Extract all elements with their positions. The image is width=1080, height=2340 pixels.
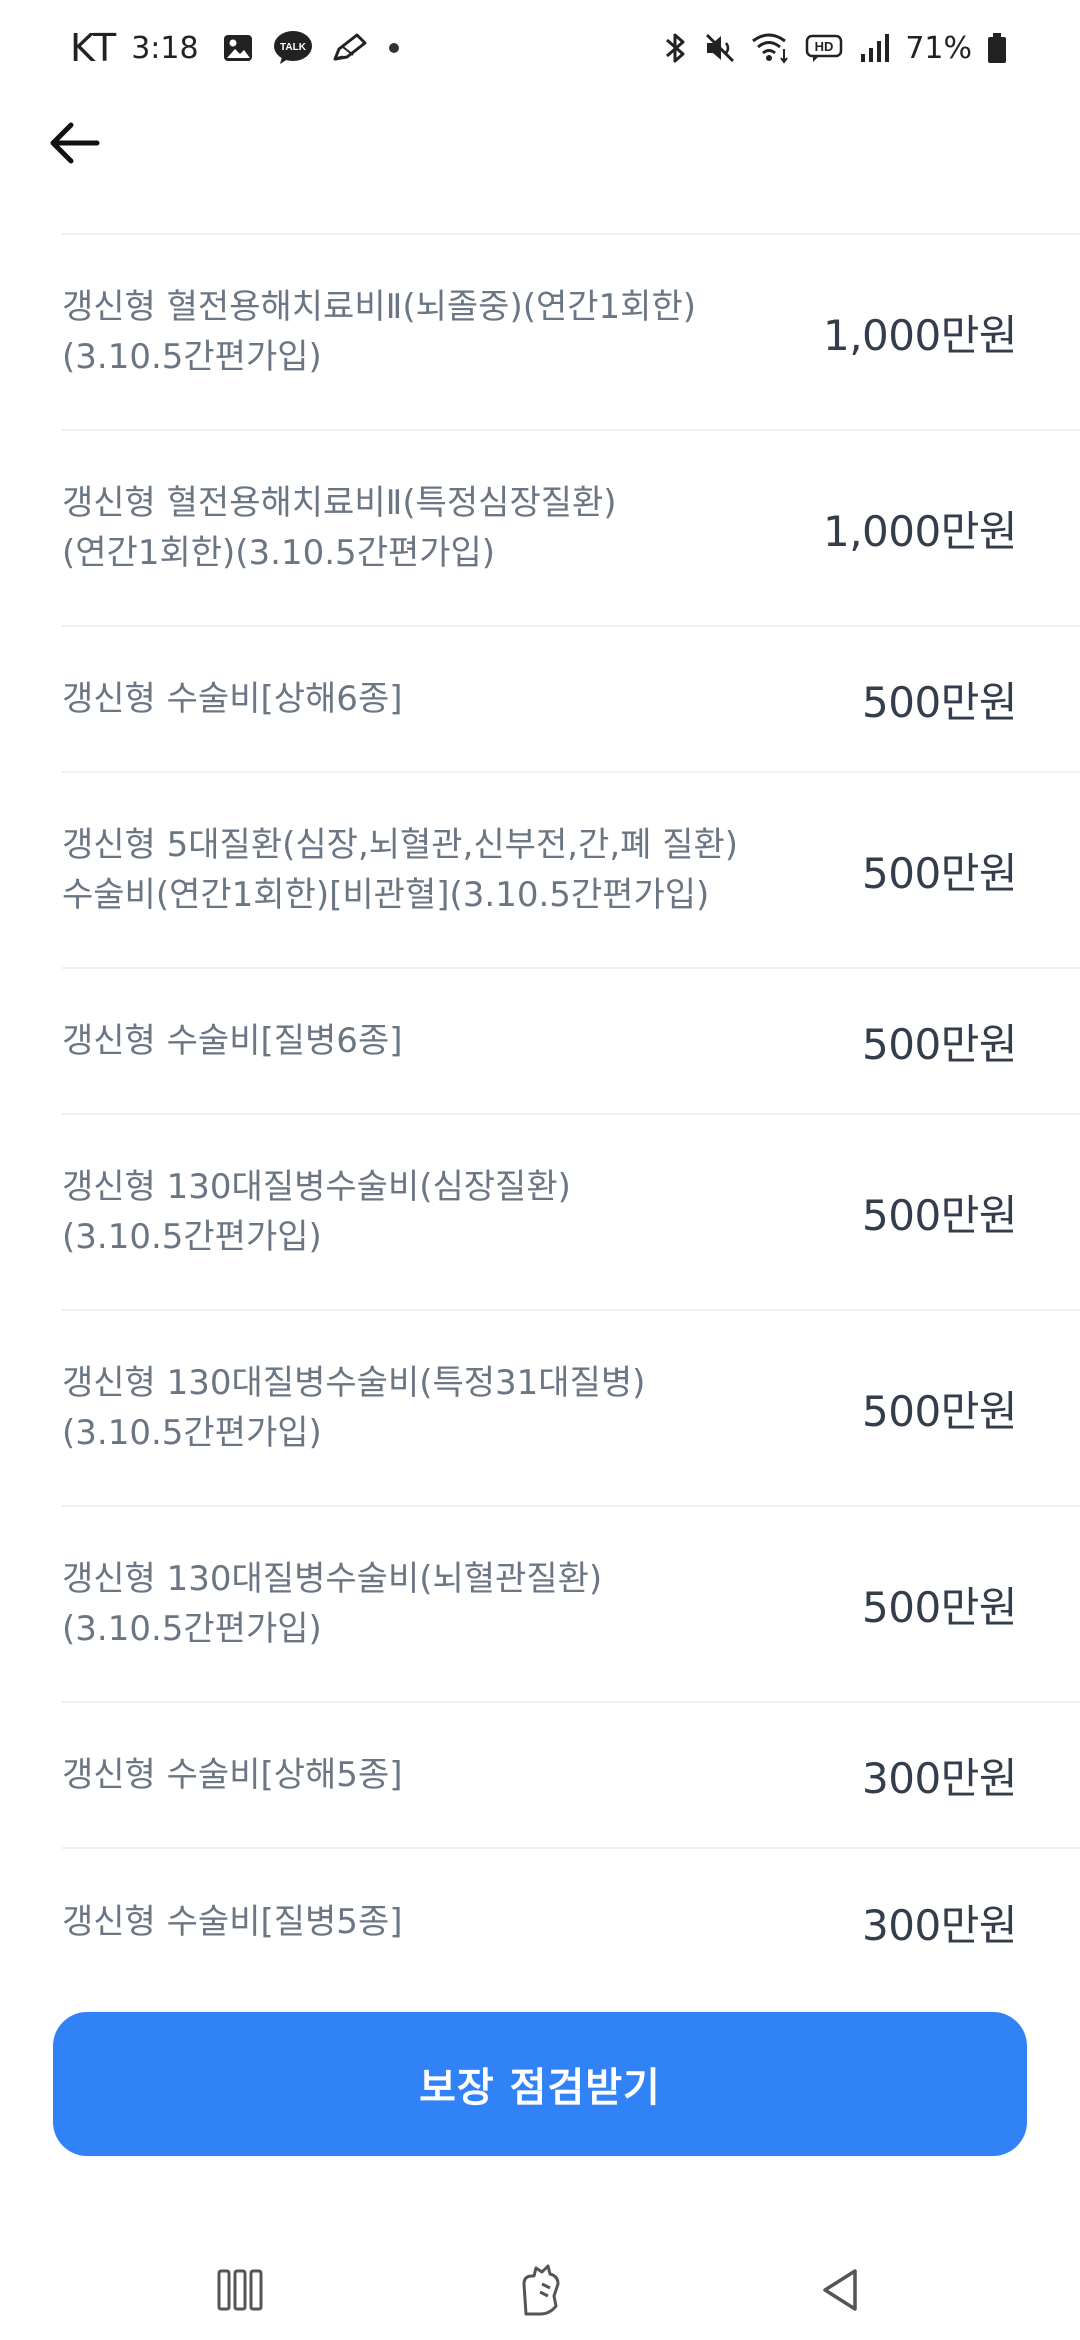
status-left: KT 3:18 TALK [70, 24, 419, 72]
list-item[interactable]: 갱신형 130대질병수술비(뇌혈관질환) (3.10.5간편가입) 500만원 [62, 1507, 1080, 1703]
battery-icon [986, 31, 1008, 65]
coverage-name: 갱신형 수술비[질병5종] [62, 1902, 403, 1942]
coverage-amount: 300만원 [862, 1900, 1017, 1950]
coverage-name: 갱신형 수술비[상해6종] [62, 679, 403, 719]
back-button[interactable] [40, 108, 110, 178]
notification-dot-icon [387, 41, 401, 55]
system-nav-bar [0, 2200, 1080, 2340]
coverage-amount: 500만원 [862, 848, 1017, 898]
home-button[interactable] [500, 2250, 580, 2330]
coverage-amount: 300만원 [862, 1753, 1017, 1803]
coverage-name: 갱신형 130대질병수술비(뇌혈관질환) (3.10.5간편가입) [62, 1559, 603, 1649]
coverage-list: 갱신형 혈전용해치료비Ⅱ(뇌졸중)(연간1회한) (3.10.5간편가입) 1,… [62, 233, 1080, 1995]
list-item[interactable]: 갱신형 130대질병수술비(특정31대질병) (3.10.5간편가입) 500만… [62, 1311, 1080, 1507]
recent-apps-button[interactable] [200, 2250, 280, 2330]
list-item[interactable]: 갱신형 혈전용해치료비Ⅱ(특정심장질환) (연간1회한)(3.10.5간편가입)… [62, 431, 1080, 627]
coverage-check-button[interactable]: 보장 점검받기 [53, 2012, 1027, 2156]
coverage-name: 갱신형 혈전용해치료비Ⅱ(뇌졸중)(연간1회한) (3.10.5간편가입) [62, 287, 696, 377]
battery-percent: 71% [905, 30, 972, 66]
signal-icon [859, 32, 891, 64]
home-icon [522, 2264, 560, 2316]
coverage-amount: 500만원 [862, 1386, 1017, 1436]
svg-text:TALK: TALK [280, 42, 307, 53]
coverage-amount: 1,000만원 [822, 310, 1018, 360]
list-item[interactable]: 갱신형 혈전용해치료비Ⅱ(뇌졸중)(연간1회한) (3.10.5간편가입) 1,… [62, 235, 1080, 431]
coverage-amount: 500만원 [862, 1582, 1017, 1632]
back-triangle-icon [823, 2269, 857, 2311]
coverage-name: 갱신형 수술비[질병6종] [62, 1021, 403, 1061]
list-item[interactable]: 갱신형 수술비[질병6종] 500만원 [62, 969, 1080, 1115]
coverage-amount: 1,000만원 [822, 506, 1018, 556]
list-item[interactable]: 갱신형 수술비[상해6종] 500만원 [62, 627, 1080, 773]
list-item[interactable]: 갱신형 수술비[상해5종] 300만원 [62, 1703, 1080, 1849]
coverage-name: 갱신형 130대질병수술비(심장질환) (3.10.5간편가입) [62, 1167, 571, 1257]
list-item[interactable]: 갱신형 5대질환(심장,뇌혈관,신부전,간,폐 질환) 수술비(연간1회한)[비… [62, 773, 1080, 969]
mute-icon [703, 31, 737, 65]
bluetooth-icon [663, 30, 689, 66]
status-right: HD 71% [649, 24, 1008, 72]
kakaotalk-icon: TALK [273, 30, 313, 66]
back-nav-button[interactable] [800, 2250, 880, 2330]
status-time: 3:18 [131, 30, 199, 66]
svg-text:HD: HD [815, 39, 834, 54]
coverage-name: 갱신형 5대질환(심장,뇌혈관,신부전,간,폐 질환) 수술비(연간1회한)[비… [62, 825, 739, 915]
coverage-name: 갱신형 130대질병수술비(특정31대질병) (3.10.5간편가입) [62, 1363, 646, 1453]
gallery-icon [221, 31, 255, 65]
recent-apps-icon [217, 2269, 263, 2311]
coverage-name: 갱신형 혈전용해치료비Ⅱ(특정심장질환) (연간1회한)(3.10.5간편가입) [62, 483, 617, 573]
back-arrow-icon [50, 122, 100, 164]
coverage-amount: 500만원 [862, 1019, 1017, 1069]
carrier-name: KT [70, 26, 118, 70]
coverage-amount: 500만원 [862, 677, 1017, 727]
pen-icon [331, 31, 369, 65]
coverage-amount: 500만원 [862, 1190, 1017, 1240]
list-item[interactable]: 갱신형 수술비[질병5종] 300만원 [62, 1849, 1080, 1995]
wifi-icon [751, 31, 791, 65]
status-bar: KT 3:18 TALK HD 71% [0, 0, 1080, 96]
list-item[interactable]: 갱신형 130대질병수술비(심장질환) (3.10.5간편가입) 500만원 [62, 1115, 1080, 1311]
coverage-name: 갱신형 수술비[상해5종] [62, 1755, 403, 1795]
hd-voice-icon: HD [805, 31, 845, 65]
